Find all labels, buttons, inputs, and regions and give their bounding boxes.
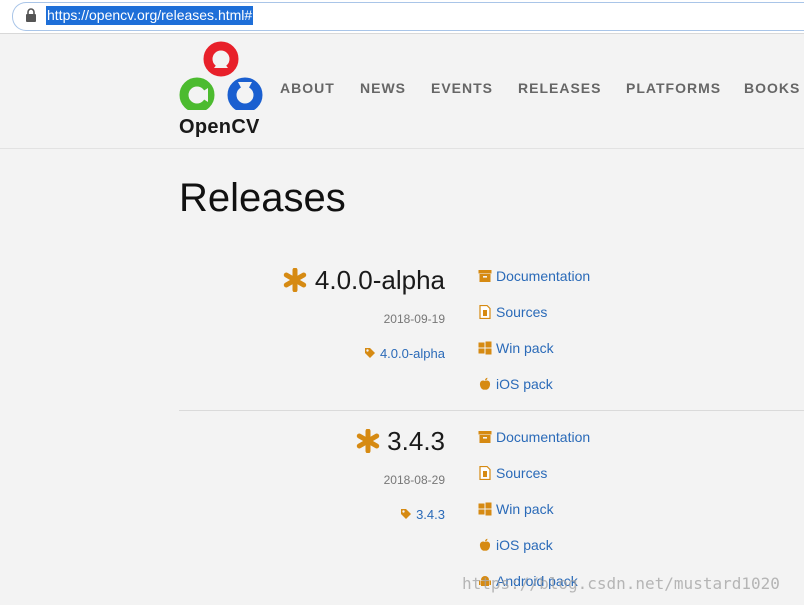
address-bar: https://opencv.org/releases.html# bbox=[0, 0, 804, 34]
tag-icon bbox=[364, 348, 375, 358]
nav-news[interactable]: NEWS bbox=[360, 80, 406, 98]
win-pack-link[interactable]: Win pack bbox=[478, 339, 554, 357]
sources-link[interactable]: Sources bbox=[478, 303, 547, 321]
ios-pack-link[interactable]: iOS pack bbox=[478, 375, 553, 393]
nav-releases[interactable]: RELEASES bbox=[518, 80, 601, 98]
documentation-label: Documentation bbox=[496, 429, 591, 445]
release-tag-link[interactable]: 3.4.3 bbox=[400, 507, 445, 522]
file-icon bbox=[479, 466, 491, 480]
nav-about[interactable]: ABOUT bbox=[280, 80, 335, 98]
release-tag-label: 4.0.0-alpha bbox=[379, 346, 445, 361]
watermark: https://blog.csdn.net/mustard1020 bbox=[462, 574, 780, 593]
release-date: 2018-08-29 bbox=[383, 473, 445, 487]
release-name: 4.0.0-alpha bbox=[314, 265, 445, 295]
url-text[interactable]: https://opencv.org/releases.html# bbox=[46, 6, 254, 25]
sources-link[interactable]: Sources bbox=[478, 464, 547, 482]
nav-books[interactable]: BOOKS bbox=[744, 80, 800, 98]
apple-icon bbox=[479, 377, 491, 390]
documentation-link[interactable]: Documentation bbox=[478, 428, 590, 446]
logo-wordmark[interactable]: OpenCV bbox=[179, 116, 260, 139]
opencv-logo-icon[interactable] bbox=[178, 40, 264, 110]
tag-icon bbox=[401, 509, 412, 519]
sources-label: Sources bbox=[496, 304, 548, 320]
file-icon bbox=[479, 305, 491, 319]
header-divider bbox=[0, 148, 804, 149]
ios-pack-label: iOS pack bbox=[496, 376, 553, 392]
release-divider bbox=[179, 410, 804, 411]
page-title: Releases bbox=[179, 176, 346, 220]
sources-label: Sources bbox=[496, 465, 548, 481]
windows-icon bbox=[478, 502, 492, 516]
star-icon bbox=[283, 268, 307, 292]
win-pack-label: Win pack bbox=[496, 340, 554, 356]
apple-icon bbox=[479, 538, 491, 551]
archive-icon bbox=[478, 431, 492, 443]
ios-pack-label: iOS pack bbox=[496, 537, 553, 553]
documentation-label: Documentation bbox=[496, 268, 591, 284]
star-icon bbox=[356, 429, 380, 453]
release-tag-label: 3.4.3 bbox=[416, 507, 445, 522]
win-pack-label: Win pack bbox=[496, 501, 554, 517]
nav-events[interactable]: EVENTS bbox=[431, 80, 493, 98]
documentation-link[interactable]: Documentation bbox=[478, 267, 590, 285]
archive-icon bbox=[478, 270, 492, 282]
lock-icon bbox=[26, 8, 36, 22]
release-name: 3.4.3 bbox=[387, 426, 445, 456]
nav-platforms[interactable]: PLATFORMS bbox=[626, 80, 721, 98]
windows-icon bbox=[478, 341, 492, 355]
release-date: 2018-09-19 bbox=[383, 312, 445, 326]
release-tag-link[interactable]: 4.0.0-alpha bbox=[364, 346, 445, 361]
ios-pack-link[interactable]: iOS pack bbox=[478, 536, 553, 554]
win-pack-link[interactable]: Win pack bbox=[478, 500, 554, 518]
